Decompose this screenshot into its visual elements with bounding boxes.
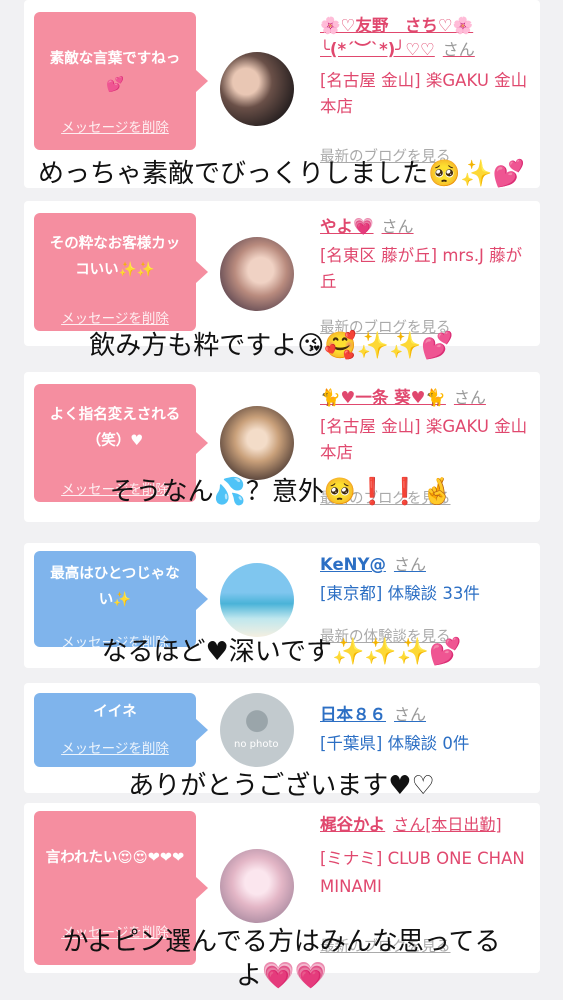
message-bubble: イイネ メッセージを削除 [34, 693, 208, 767]
honorific: さん[本日出勤] [393, 815, 502, 834]
user-info: KeNY@ さん [東京都] 体験談 33件 [320, 551, 530, 607]
user-location[interactable]: [千葉県] 体験談 0件 [320, 731, 530, 757]
avatar[interactable] [220, 52, 294, 126]
delete-message-link[interactable]: メッセージを削除 [34, 116, 196, 136]
user-name[interactable]: 🌸♡友野 さち♡🌸 ╰(*´︶`*)╯♡♡ さん [320, 14, 530, 62]
message-bubble: 素敵な言葉ですねっ💕 メッセージを削除 [34, 12, 208, 150]
user-name-text: 梶谷かよ [320, 815, 386, 834]
user-name-text: 日本８６ [320, 705, 386, 724]
caption-4: なるほど♥深いです✨✨✨💕 [101, 637, 462, 667]
message-bubble: 最高はひとつじゃない✨ メッセージを削除 [34, 551, 208, 651]
user-name[interactable]: KeNY@ さん [320, 551, 530, 575]
honorific: さん [393, 555, 426, 574]
caption-2: 飲み方も粋ですよ😘🥰✨✨💕 [89, 331, 454, 361]
message-bubble: その粋なお客様カッコいい✨✨ メッセージを削除 [34, 213, 208, 331]
user-name[interactable]: やよ💗 さん [320, 213, 530, 237]
delete-message-link[interactable]: メッセージを削除 [34, 737, 196, 757]
avatar[interactable] [220, 237, 294, 311]
message-text: 言われたい😍😍❤❤❤ [45, 850, 185, 866]
user-location[interactable]: [名東区 藤が丘] mrs.J 藤が丘 [320, 243, 530, 295]
caption-1: めっちゃ素敵でびっくりしました🥺✨💕 [37, 159, 526, 189]
user-info: 日本８６ さん [千葉県] 体験談 0件 [320, 701, 530, 757]
user-name[interactable]: 日本８６ さん [320, 701, 530, 725]
message-text: 素敵な言葉ですねっ💕 [49, 51, 181, 93]
avatar[interactable] [220, 406, 294, 480]
user-name[interactable]: 梶谷かよ さん[本日出勤] [320, 811, 530, 839]
delete-message-link[interactable]: メッセージを削除 [34, 307, 196, 327]
user-location[interactable]: [ミナミ] CLUB ONE CHAN MINAMI [320, 845, 530, 901]
user-info: 🐈♥一条 葵♥🐈 さん [名古屋 金山] 楽GAKU 金山本店 [320, 384, 530, 466]
user-location[interactable]: [名古屋 金山] 楽GAKU 金山本店 [320, 414, 530, 466]
user-info: 梶谷かよ さん[本日出勤] [ミナミ] CLUB ONE CHAN MINAMI [320, 811, 530, 901]
user-info: 🌸♡友野 さち♡🌸 ╰(*´︶`*)╯♡♡ さん [名古屋 金山] 楽GAKU 金… [320, 14, 530, 120]
message-text: 最高はひとつじゃない✨ [50, 566, 180, 608]
avatar[interactable] [220, 849, 294, 923]
honorific: さん [442, 40, 475, 59]
message-text: よく指名変えされる（笑）♥ [49, 407, 181, 449]
user-name-line2: ╰(*´︶`*)╯♡♡ [320, 40, 435, 59]
user-name-text: KeNY@ [320, 555, 386, 574]
message-card-2: その粋なお客様カッコいい✨✨ メッセージを削除 やよ💗 さん [名東区 藤が丘] … [24, 201, 540, 346]
honorific: さん [453, 388, 486, 407]
user-name[interactable]: 🐈♥一条 葵♥🐈 さん [320, 384, 530, 408]
user-info: やよ💗 さん [名東区 藤が丘] mrs.J 藤が丘 [320, 213, 530, 295]
user-name-text: 🐈♥一条 葵♥🐈 [320, 388, 446, 407]
avatar[interactable]: no photo [220, 693, 294, 767]
user-location[interactable]: [東京都] 体験談 33件 [320, 581, 530, 607]
caption-3: そうなん💦？意外🥺❗❗🤞 [109, 477, 454, 507]
avatar[interactable] [220, 563, 294, 637]
message-text: その粋なお客様カッコいい✨✨ [49, 236, 181, 278]
user-name-text: やよ💗 [320, 217, 374, 236]
user-name-line1: 🌸♡友野 さち♡🌸 [320, 16, 474, 35]
caption-5: ありがとうございます♥♡ [128, 771, 435, 801]
no-photo-label: no photo [234, 739, 279, 750]
honorific: さん [381, 217, 414, 236]
user-location[interactable]: [名古屋 金山] 楽GAKU 金山本店 [320, 68, 530, 120]
message-text: イイネ [93, 704, 137, 720]
honorific: さん [394, 705, 427, 724]
caption-6-line2: よ💗💗 [236, 961, 327, 991]
caption-6-line1: かよピン選んでる方はみんな思ってる [62, 927, 501, 957]
